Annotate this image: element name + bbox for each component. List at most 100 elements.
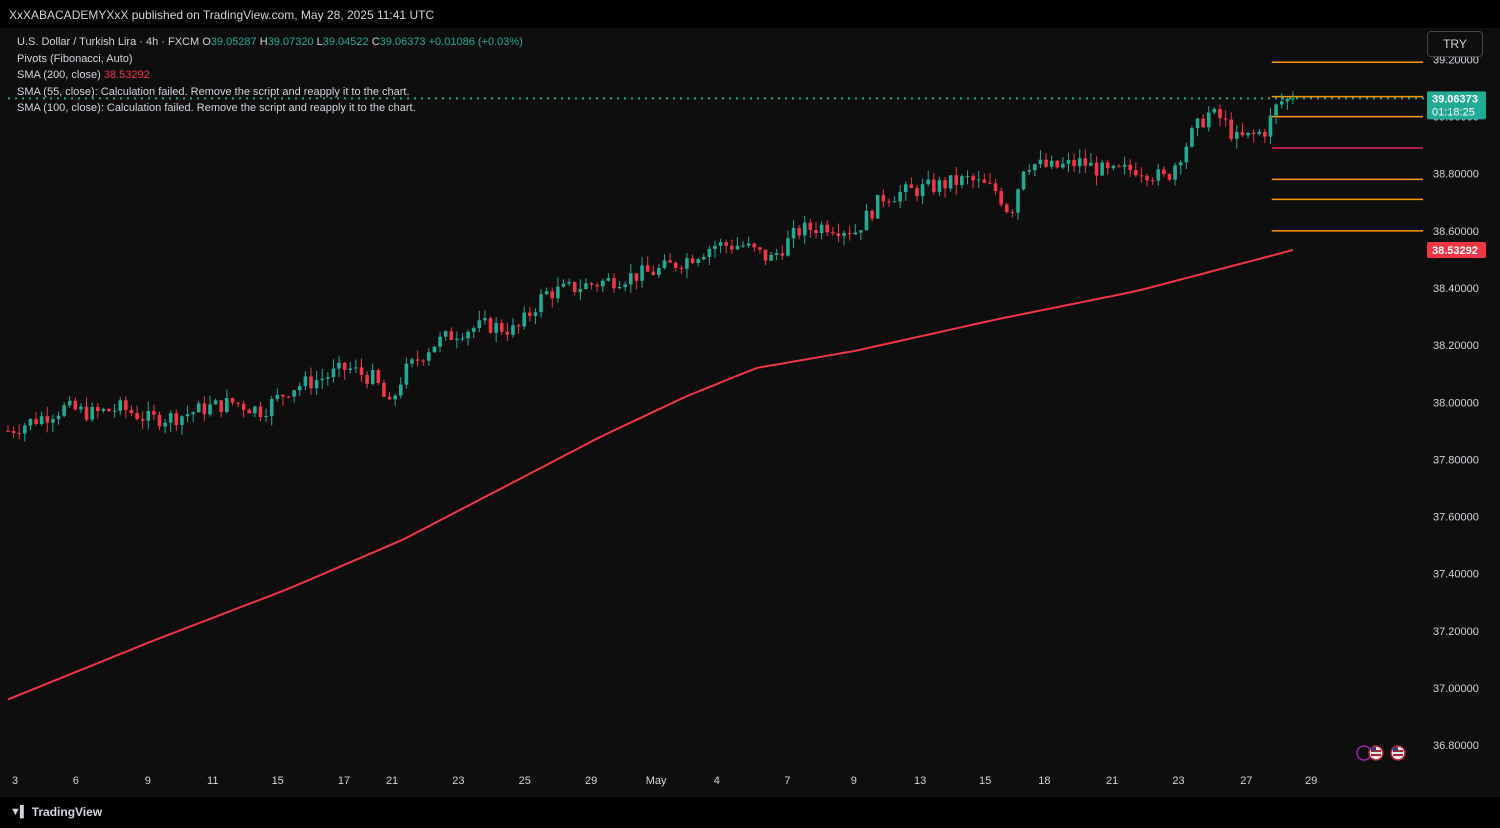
candle-body xyxy=(471,328,476,332)
candle-body xyxy=(191,412,195,415)
flag-stripe-icon xyxy=(1393,754,1403,756)
candle-body xyxy=(443,331,448,337)
candle-body xyxy=(1195,118,1200,129)
candle-body xyxy=(1235,131,1239,139)
legend-sma100[interactable]: SMA (100, close): Calculation failed. Re… xyxy=(17,100,523,117)
y-tick-label: 38.20000 xyxy=(1433,340,1479,352)
candle-body xyxy=(253,406,257,414)
candle-body xyxy=(292,390,296,397)
candle-body xyxy=(550,291,555,299)
candle-body xyxy=(819,224,824,234)
candle-body xyxy=(1033,164,1037,171)
candle-body xyxy=(920,184,925,197)
candle-body xyxy=(1167,174,1172,180)
candle-body xyxy=(79,406,83,410)
candle-body xyxy=(724,242,729,246)
y-tick-label: 37.80000 xyxy=(1433,454,1479,466)
candle-body xyxy=(376,370,381,383)
candle-body xyxy=(28,419,33,426)
currency-button[interactable]: TRY xyxy=(1427,31,1483,57)
candle-body xyxy=(297,386,302,391)
candle-body xyxy=(752,243,757,248)
candle-body xyxy=(112,410,117,412)
candle-body xyxy=(1257,131,1262,134)
candle-body xyxy=(1122,164,1127,167)
candle-body xyxy=(365,374,369,384)
candle-body xyxy=(449,331,454,340)
candle-body xyxy=(1279,101,1284,105)
candle-body xyxy=(1156,169,1161,181)
candle-body xyxy=(595,284,599,287)
x-tick-label: 15 xyxy=(979,775,991,787)
candle-body xyxy=(567,282,571,284)
candle-body xyxy=(460,338,465,340)
legend-sma200-row[interactable]: SMA (200, close) 38.53292 xyxy=(17,67,523,84)
candle-body xyxy=(180,416,184,426)
candle-body xyxy=(892,201,897,203)
candle-body xyxy=(988,182,992,184)
candle-body xyxy=(847,232,852,235)
candle-body xyxy=(629,273,633,285)
tradingview-logo[interactable]: ▼▌ TradingView xyxy=(10,805,102,819)
candle-body xyxy=(808,222,813,230)
candle-body xyxy=(730,245,734,250)
candle-body xyxy=(1190,128,1194,147)
candle-body xyxy=(578,289,583,293)
candle-body xyxy=(875,194,880,219)
y-tick-label: 38.00000 xyxy=(1433,397,1479,409)
candle-body xyxy=(348,368,353,370)
legend-sma200-value: 38.53292 xyxy=(103,69,150,81)
candle-body xyxy=(62,405,66,416)
legend-symbol-row[interactable]: U.S. Dollar / Turkish Lira · 4h · FXCM O… xyxy=(17,34,523,51)
candle-body xyxy=(39,416,44,425)
candle-body xyxy=(1184,146,1189,163)
candle-body xyxy=(90,407,94,420)
legend-pivots[interactable]: Pivots (Fibonacci, Auto) xyxy=(17,51,523,68)
candle-body xyxy=(769,254,773,261)
candle-body xyxy=(948,175,953,189)
legend-close-label: C xyxy=(371,36,380,48)
candle-body xyxy=(617,287,622,289)
x-tick-label: 9 xyxy=(851,775,857,787)
candle-body xyxy=(1173,165,1177,180)
candle-body xyxy=(286,396,291,398)
candle-body xyxy=(556,286,560,299)
candle-body xyxy=(763,249,768,261)
flag-canton-icon xyxy=(1393,747,1398,751)
candle-body xyxy=(427,352,431,361)
legend-sma55[interactable]: SMA (55, close): Calculation failed. Rem… xyxy=(17,84,523,101)
candle-body xyxy=(342,362,347,370)
candle-body xyxy=(1004,204,1009,213)
candle-body xyxy=(640,265,644,281)
candle-body xyxy=(404,363,409,385)
candle-body xyxy=(657,268,661,275)
candle-body xyxy=(1268,115,1273,137)
candle-body xyxy=(157,414,162,427)
y-tick-label: 38.80000 xyxy=(1433,169,1479,181)
footer-bar: ▼▌ TradingView xyxy=(0,797,1500,828)
candle-body xyxy=(926,179,931,185)
candle-body xyxy=(303,376,308,387)
candle-body xyxy=(275,394,280,400)
candle-body xyxy=(17,432,22,434)
candle-body xyxy=(887,201,891,203)
candle-body xyxy=(1016,189,1020,213)
chart-legend: U.S. Dollar / Turkish Lira · 4h · FXCM O… xyxy=(17,34,523,117)
candle-body xyxy=(1223,118,1228,120)
x-tick-label: 23 xyxy=(1172,775,1184,787)
candle-body xyxy=(1077,158,1082,167)
candle-body xyxy=(337,362,341,369)
candle-body xyxy=(606,278,611,281)
candle-body xyxy=(499,322,504,332)
candle-body xyxy=(213,400,218,405)
legend-high-label: H xyxy=(259,36,268,48)
candle-body xyxy=(1094,162,1099,176)
candle-body xyxy=(258,406,263,418)
candle-body xyxy=(859,230,863,233)
price-chart[interactable]: 39.2000039.0000038.8000038.6000038.40000… xyxy=(0,0,1500,797)
candle-body xyxy=(965,176,970,178)
candle-body xyxy=(909,184,914,189)
candle-body xyxy=(84,406,89,420)
candle-body xyxy=(1291,98,1295,100)
legend-symbol: U.S. Dollar / Turkish Lira · 4h · FXCM xyxy=(17,36,200,48)
